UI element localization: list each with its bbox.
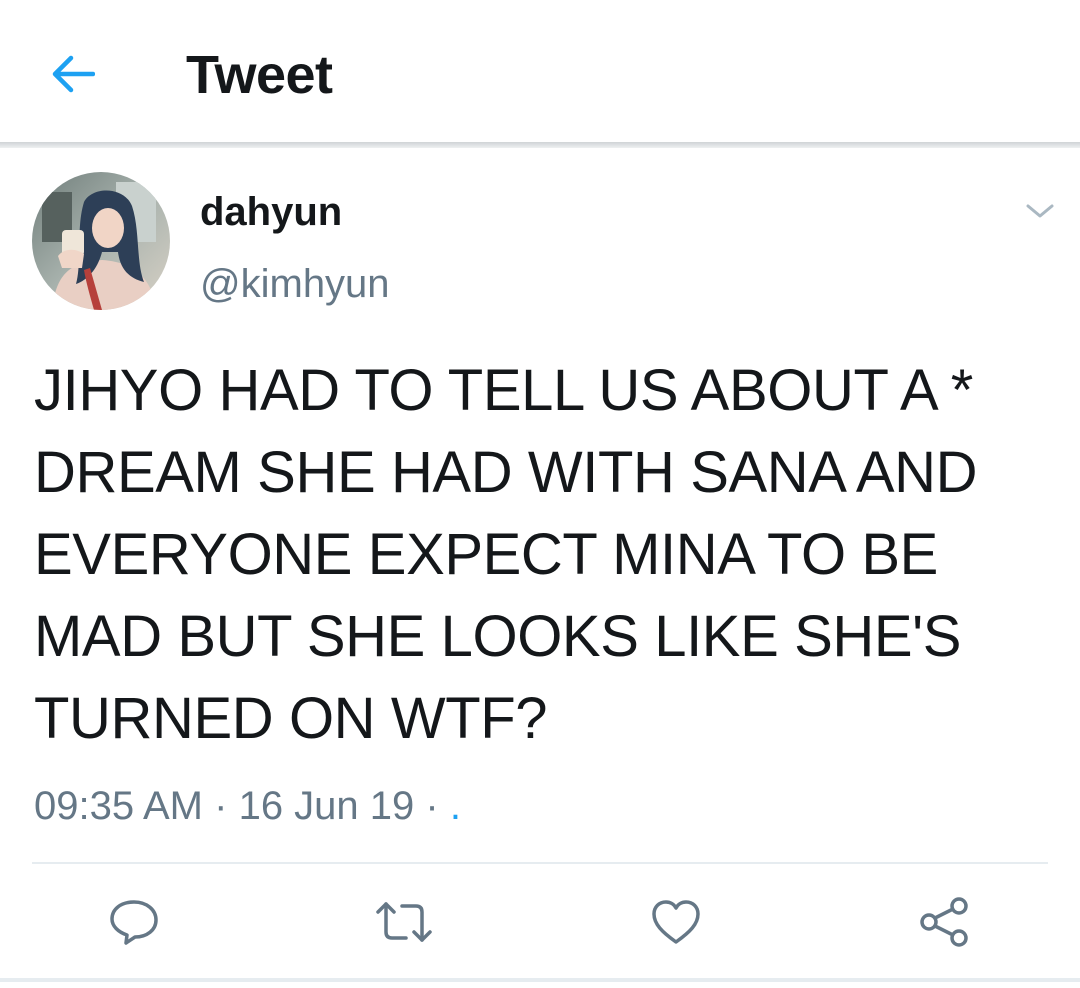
share-icon: [920, 897, 968, 947]
avatar-image: [32, 172, 170, 310]
reply-icon: [110, 900, 158, 945]
page-title: Tweet: [186, 45, 333, 105]
back-button[interactable]: [46, 48, 98, 100]
share-button[interactable]: [914, 892, 974, 952]
avatar[interactable]: [32, 172, 170, 310]
tweet-metadata: 09:35 AM · 16 Jun 19 · .: [34, 784, 461, 829]
separator: ·: [425, 784, 450, 828]
chevron-down-icon: [1026, 204, 1054, 218]
bottom-divider: [0, 978, 1080, 982]
separator: ·: [214, 784, 239, 828]
tweet-time: 09:35 AM: [34, 784, 204, 828]
like-button[interactable]: [646, 892, 706, 952]
user-handle[interactable]: @kimhyun: [200, 262, 390, 307]
retweet-button[interactable]: [374, 892, 434, 952]
arrow-left-icon: [52, 55, 95, 93]
actions-divider: [32, 862, 1048, 864]
tweet-menu-button[interactable]: [1018, 196, 1062, 226]
display-name[interactable]: dahyun: [200, 190, 342, 235]
retweet-icon: [376, 902, 432, 942]
heart-icon: [652, 900, 700, 944]
header-divider: [0, 142, 1080, 148]
reply-button[interactable]: [104, 892, 164, 952]
tweet-source[interactable]: .: [450, 784, 461, 828]
tweet-text: JIHYO HAD TO TELL US ABOUT A * DREAM SHE…: [34, 358, 978, 751]
tweet-date: 16 Jun 19: [238, 784, 415, 828]
top-app-bar: Tweet: [0, 0, 1080, 144]
